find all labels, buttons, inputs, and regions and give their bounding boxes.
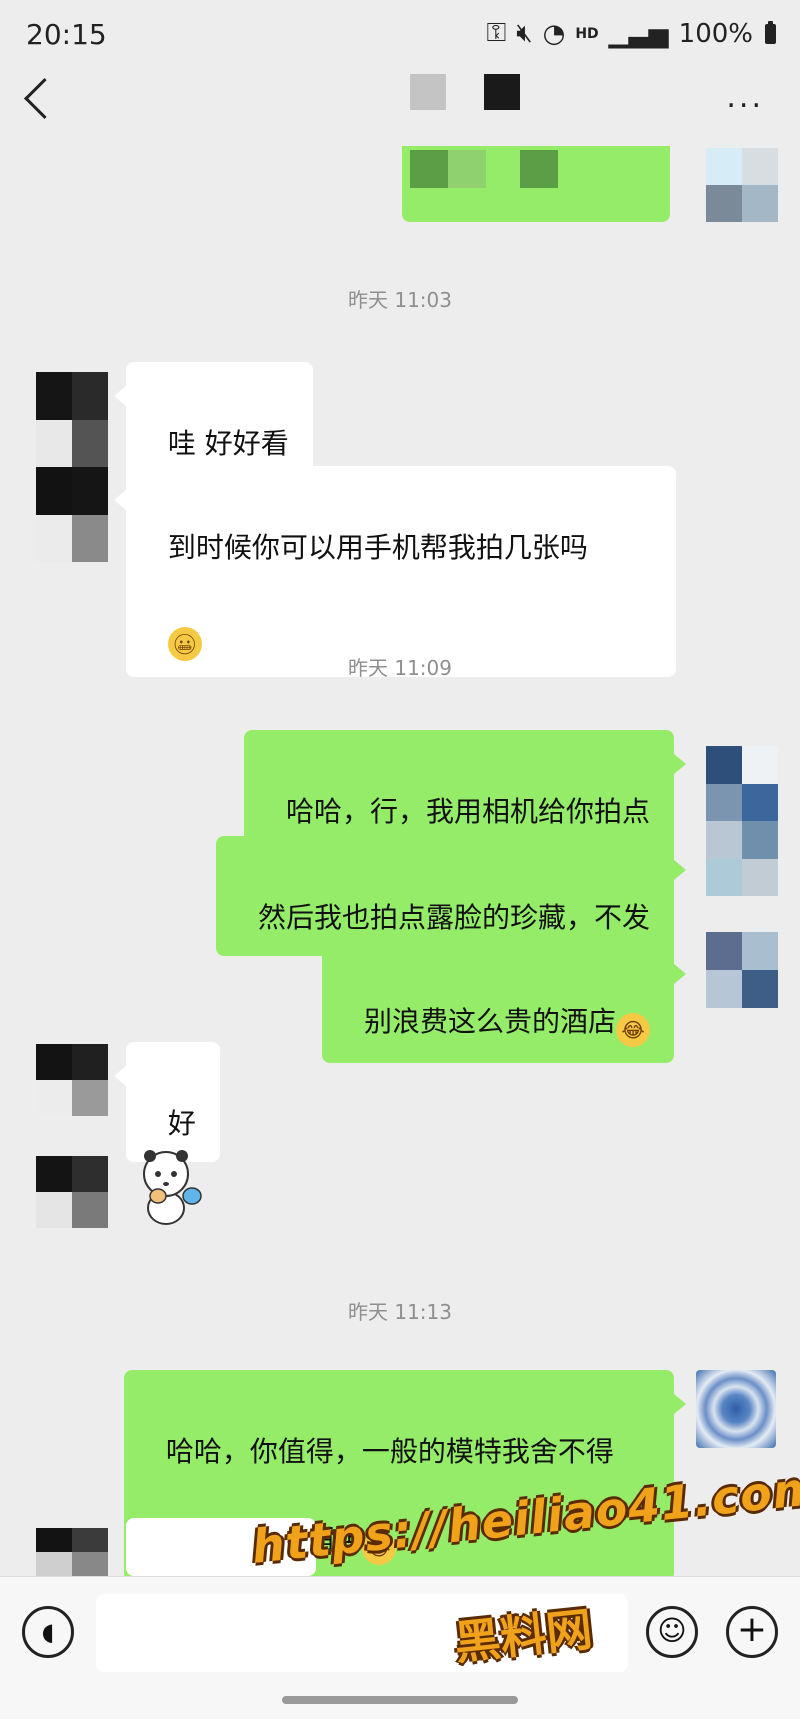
- my-avatar[interactable]: [706, 148, 778, 222]
- contact-avatar[interactable]: [36, 1528, 108, 1576]
- message-text: 哇 好好看: [167, 427, 289, 460]
- laugh-cry-emoji-icon: 😂︎: [616, 1013, 650, 1047]
- my-avatar[interactable]: [706, 746, 778, 896]
- key-icon: ⚿: [486, 18, 507, 48]
- message-bubble[interactable]: 别浪费这么贵的酒店 😂︎: [322, 940, 686, 1063]
- partial-sent-bubble[interactable]: [402, 146, 670, 222]
- message-text: 哈哈，你值得，一般的模特我舍不得: [165, 1435, 614, 1468]
- smiley-icon: ☺: [657, 1614, 687, 1647]
- message-bubble[interactable]: 到时候你可以用手机帮我拍几张吗 😬︎: [114, 466, 676, 677]
- message-bubble[interactable]: 哇 好好看: [114, 362, 313, 482]
- message-bubble[interactable]: 好: [114, 1042, 220, 1162]
- message-text: 到时候你可以用手机帮我拍几张吗: [167, 531, 588, 564]
- message-text: 然后我也拍点露脸的珍藏，不发: [257, 901, 650, 934]
- message-text: 别浪费这么贵的酒店: [363, 1005, 616, 1038]
- emoji-button[interactable]: ☺: [646, 1606, 698, 1658]
- contact-avatar[interactable]: [36, 372, 108, 562]
- battery-label: 100%: [678, 18, 753, 49]
- message-text: 哈哈，行，我用相机给你拍点: [285, 795, 650, 828]
- more-actions-button[interactable]: +: [726, 1606, 778, 1658]
- voice-input-button[interactable]: ◖: [22, 1606, 74, 1658]
- plus-icon: +: [736, 1609, 768, 1650]
- time-separator: 昨天 11:13: [348, 1300, 452, 1324]
- battery-icon: [765, 20, 776, 44]
- contact-avatar[interactable]: [36, 1156, 108, 1228]
- status-icons: ⚿ 🔇︎ ◔ HD ▁▃▅ 100%: [486, 18, 776, 49]
- my-avatar[interactable]: [696, 1370, 776, 1448]
- mute-icon: 🔇︎: [516, 18, 533, 48]
- my-avatar[interactable]: [706, 932, 778, 1008]
- time-separator: 昨天 11:09: [348, 656, 452, 680]
- more-options-button[interactable]: ...: [726, 83, 764, 113]
- wifi-icon: ◔: [542, 18, 566, 49]
- network-label: HD: [575, 25, 599, 42]
- time-separator: 昨天 11:03: [348, 288, 452, 312]
- panda-sticker[interactable]: [138, 1146, 210, 1226]
- voice-icon: ◖: [41, 1618, 55, 1646]
- message-text: 好: [167, 1107, 196, 1140]
- message-bubble[interactable]: 哈哈，行，我用相机给你拍点: [244, 730, 686, 850]
- status-time: 20:15: [26, 18, 107, 51]
- chat-title-redacted: [410, 74, 446, 110]
- contact-avatar[interactable]: [36, 1044, 108, 1116]
- signal-icon: ▁▃▅: [608, 18, 669, 49]
- home-indicator[interactable]: [282, 1696, 518, 1704]
- message-bubble[interactable]: 然后我也拍点露脸的珍藏，不发: [216, 836, 686, 956]
- chat-title-redacted: [484, 74, 520, 110]
